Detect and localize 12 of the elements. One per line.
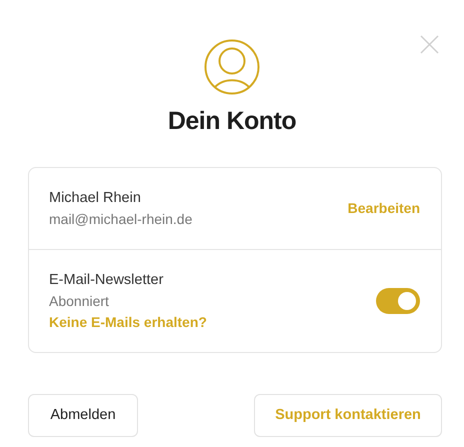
account-name: Michael Rhein [49,188,142,208]
support-button[interactable]: Support kontaktieren [254,394,442,437]
account-email: mail@michael-rhein.de [49,210,192,228]
logout-button[interactable]: Abmelden [28,394,138,437]
newsletter-status: Abonniert [49,292,110,310]
newsletter-title: E-Mail-Newsletter [49,270,164,290]
close-icon[interactable] [420,35,439,54]
user-icon [204,39,260,95]
edit-link[interactable]: Bearbeiten [348,198,420,219]
unsubscribe-link[interactable]: Keine E-Mails erhalten? [49,312,207,332]
newsletter-toggle[interactable] [376,288,420,314]
dialog-title: Dein Konto [166,106,298,137]
